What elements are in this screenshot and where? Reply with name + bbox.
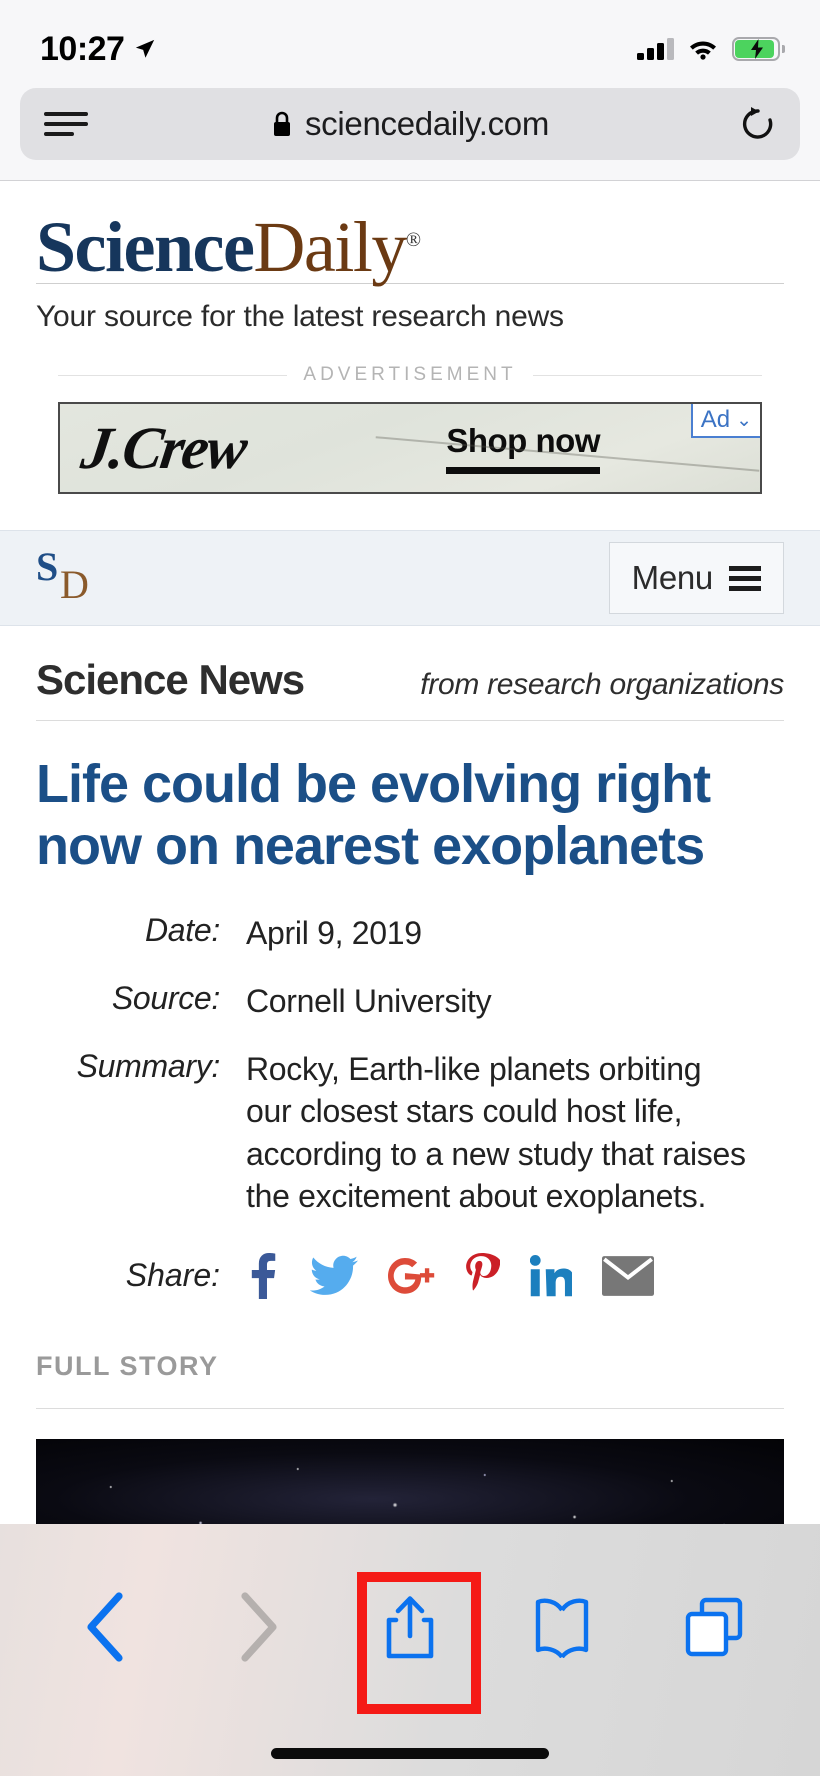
meta-label-summary: Summary: bbox=[76, 1048, 221, 1085]
meta-value-summary: Rocky, Earth-like planets orbiting our c… bbox=[246, 1051, 746, 1214]
section-header: Science News from research organizations bbox=[36, 626, 784, 704]
advertisement-label-row: ADVERTISEMENT bbox=[36, 364, 784, 386]
share-icon bbox=[386, 1596, 434, 1659]
logo-trademark: ® bbox=[405, 229, 421, 251]
sd-logo-d: D bbox=[60, 562, 89, 608]
ad-cta-label: Shop now bbox=[446, 422, 600, 460]
article-meta: Date: April 9, 2019 Source: Cornell Univ… bbox=[36, 878, 784, 1217]
wifi-icon bbox=[690, 41, 716, 60]
meta-label-date: Date: bbox=[145, 911, 220, 948]
book-icon bbox=[535, 1598, 589, 1658]
ad-cta[interactable]: Shop now bbox=[446, 422, 600, 475]
section-subtitle: from research organizations bbox=[420, 668, 784, 702]
twitter-icon[interactable] bbox=[310, 1255, 358, 1297]
battery-charging-icon bbox=[732, 37, 785, 61]
status-bar: 10:27 bbox=[0, 0, 820, 88]
web-page-content: ScienceDaily® Your source for the latest… bbox=[0, 180, 820, 1776]
phone-screen: 10:27 sciencedaily.com ScienceDaily® You… bbox=[0, 0, 820, 1776]
ad-brand-text: J.Crew bbox=[77, 415, 250, 482]
share-button[interactable] bbox=[355, 1572, 481, 1714]
lock-icon bbox=[273, 111, 290, 136]
site-tagline: Your source for the latest research news bbox=[36, 300, 564, 334]
reader-menu-icon[interactable] bbox=[44, 112, 88, 136]
pinterest-icon[interactable] bbox=[466, 1252, 500, 1299]
reload-icon[interactable] bbox=[740, 104, 776, 144]
meta-value-date: April 9, 2019 bbox=[246, 914, 422, 951]
browser-bottom-toolbar bbox=[0, 1524, 820, 1776]
home-indicator[interactable] bbox=[0, 1730, 820, 1776]
meta-value-source: Cornell University bbox=[246, 982, 492, 1019]
email-icon[interactable] bbox=[602, 1256, 654, 1296]
sciencedaily-logo[interactable]: ScienceDaily® bbox=[36, 181, 784, 285]
linkedin-icon[interactable] bbox=[530, 1254, 572, 1297]
article-container: Science News from research organizations… bbox=[0, 626, 820, 1559]
browser-url-bar-container: sciencedaily.com bbox=[0, 88, 820, 180]
ad-badge-label: Ad bbox=[700, 406, 731, 434]
forward-chevron-icon bbox=[241, 1592, 277, 1662]
site-nav-bar: S D Menu bbox=[0, 530, 820, 627]
meta-row-date: Date: April 9, 2019 bbox=[36, 912, 784, 954]
ad-rule-left bbox=[58, 374, 288, 376]
back-button[interactable] bbox=[51, 1572, 161, 1682]
logo-wordmark: ScienceDaily® bbox=[36, 211, 784, 283]
ad-cta-underline bbox=[446, 467, 600, 475]
ad-rule-right bbox=[532, 374, 762, 376]
cellular-signal-icon bbox=[637, 38, 674, 60]
share-row: Share: bbox=[36, 1243, 784, 1299]
location-arrow-icon bbox=[136, 39, 155, 58]
googleplus-icon[interactable] bbox=[388, 1256, 436, 1296]
sd-logo-s: S bbox=[36, 544, 59, 590]
share-icon-list bbox=[246, 1252, 654, 1299]
full-story-label: FULL STORY bbox=[36, 1350, 219, 1381]
toolbar-icon-row bbox=[0, 1524, 820, 1730]
meta-label-source: Source: bbox=[111, 979, 220, 1016]
sd-mini-logo[interactable]: S D bbox=[36, 544, 96, 609]
menu-button[interactable]: Menu bbox=[608, 542, 784, 615]
advertisement-label: ADVERTISEMENT bbox=[303, 364, 517, 386]
url-text: sciencedaily.com bbox=[304, 105, 550, 142]
section-title: Science News bbox=[36, 656, 305, 704]
back-chevron-icon bbox=[87, 1592, 123, 1662]
article-headline: Life could be evolving right now on near… bbox=[36, 754, 711, 877]
share-label: Share: bbox=[125, 1257, 220, 1294]
meta-row-summary: Summary: Rocky, Earth-like planets orbit… bbox=[36, 1048, 784, 1217]
menu-button-label: Menu bbox=[631, 559, 714, 597]
browser-url-bar[interactable]: sciencedaily.com bbox=[20, 88, 800, 160]
logo-daily-text: Daily bbox=[253, 207, 407, 287]
forward-button[interactable] bbox=[203, 1572, 313, 1682]
chevron-down-icon: ⌄ bbox=[736, 409, 752, 431]
ad-choices-badge[interactable]: Ad ⌄ bbox=[690, 404, 760, 439]
hamburger-icon bbox=[729, 565, 761, 591]
tabs-icon bbox=[685, 1597, 743, 1657]
facebook-icon[interactable] bbox=[246, 1252, 280, 1299]
ad-banner[interactable]: J.Crew Shop now Ad ⌄ bbox=[58, 402, 762, 495]
page-inner: ScienceDaily® Your source for the latest… bbox=[0, 181, 820, 495]
meta-row-source: Source: Cornell University bbox=[36, 980, 784, 1022]
advertisement-block: ADVERTISEMENT J.Crew Shop now Ad ⌄ bbox=[36, 364, 784, 495]
status-clock: 10:27 bbox=[40, 29, 125, 68]
status-bar-right bbox=[637, 37, 785, 61]
full-story-divider bbox=[36, 1407, 784, 1409]
tabs-button[interactable] bbox=[659, 1572, 769, 1682]
bookmarks-button[interactable] bbox=[507, 1572, 617, 1682]
logo-science-text: Science bbox=[36, 207, 255, 287]
url-display: sciencedaily.com bbox=[20, 105, 800, 143]
status-bar-left: 10:27 bbox=[40, 30, 156, 69]
